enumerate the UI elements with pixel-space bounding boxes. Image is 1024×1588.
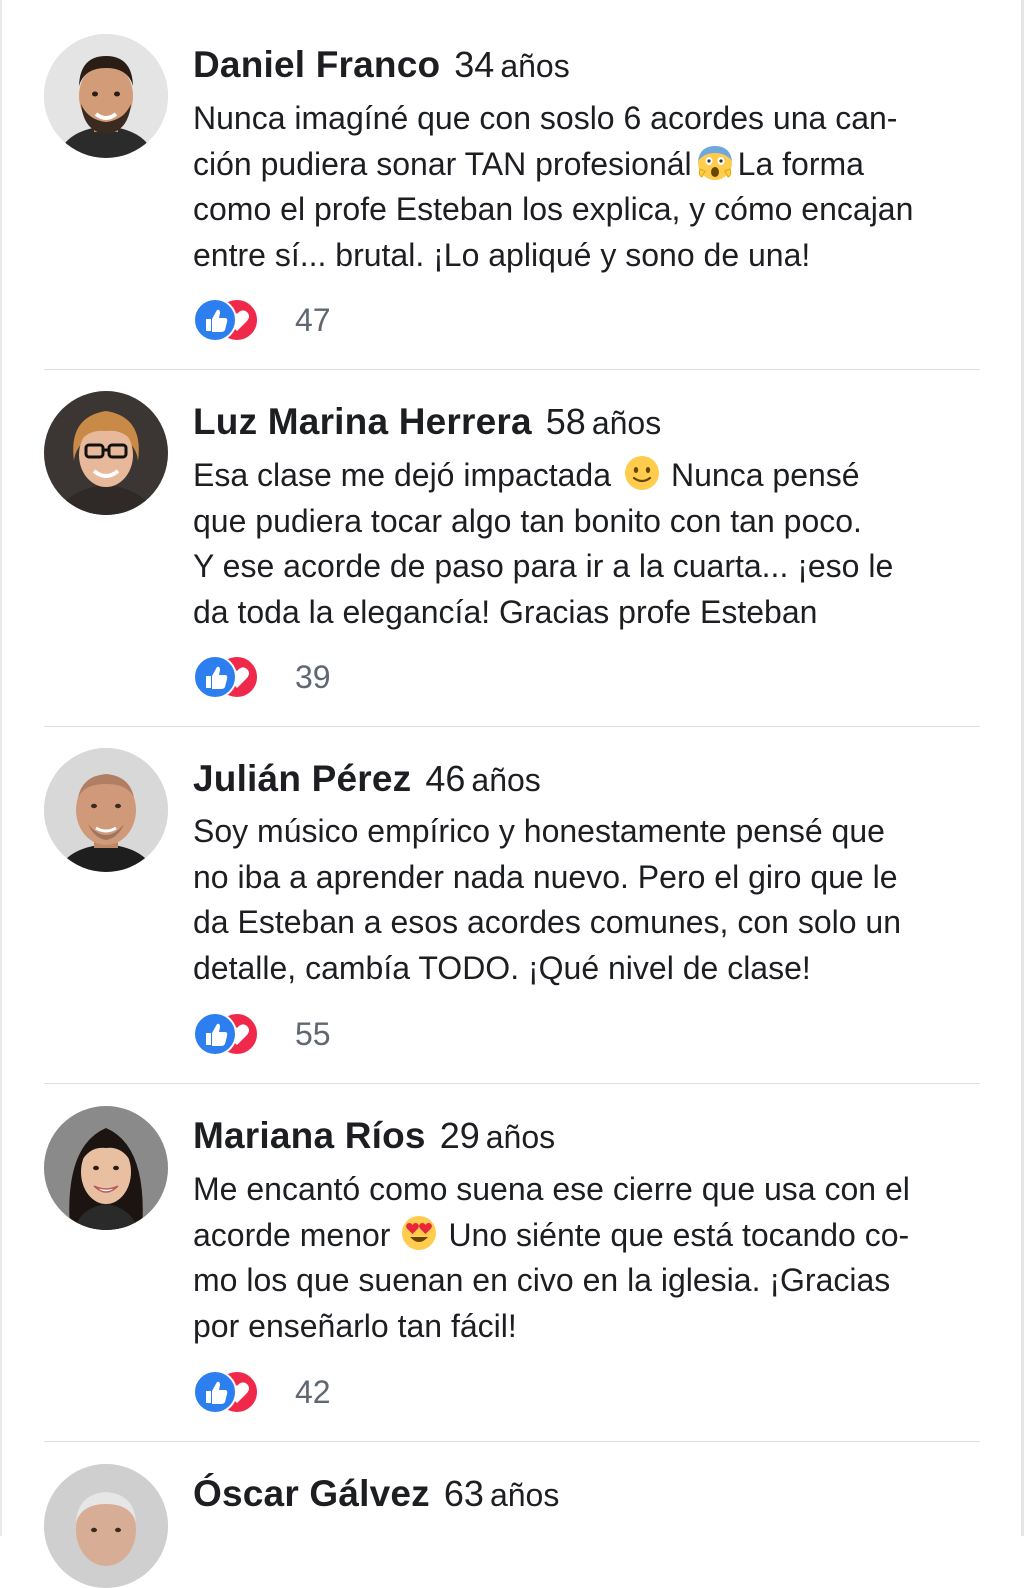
like-reaction-icon [193, 1370, 237, 1414]
avatar[interactable] [44, 391, 168, 515]
reaction-count: 42 [295, 1374, 331, 1410]
comment-text: Me encantó como suena ese cierre que usa… [193, 1167, 983, 1349]
comment-divider [44, 369, 980, 370]
reactions-summary[interactable]: 55 [193, 1012, 393, 1056]
frame-edge [0, 0, 2, 1536]
comment-line: que pudiera tocar algo tan bonito con ta… [193, 502, 862, 539]
comment-line: entre sí... brutal. ¡Lo apliqué y sono d… [193, 236, 811, 273]
commenter-name[interactable]: Luz Marina Herrera [193, 401, 532, 442]
comment-text: Soy músico empírico y honestamente pensé… [193, 809, 983, 991]
heart-eyes-emoji-icon [400, 1214, 438, 1252]
comment-line: Nunca imagíné que con soslo 6 acordes un… [193, 100, 898, 136]
comment-divider [44, 1083, 980, 1084]
like-reaction-icon [193, 1012, 237, 1056]
comment-line: Me encantó como suena ese cierre que usa… [193, 1171, 910, 1207]
reaction-count: 55 [295, 1016, 331, 1052]
comment-line: no iba a aprender nada nuevo. Pero el gi… [193, 858, 898, 895]
avatar[interactable] [44, 1464, 168, 1588]
scream-emoji-icon [696, 143, 734, 181]
reactions-summary[interactable]: 47 [193, 298, 393, 342]
avatar[interactable] [44, 748, 168, 872]
comment-line: por enseñarlo tan fácil! [193, 1307, 517, 1344]
comment-divider [44, 1441, 980, 1442]
like-reaction-icon [193, 298, 237, 342]
comment-line: acorde menor [193, 1216, 391, 1253]
comment-line: da Esteban a esos acordes comunes, con s… [193, 904, 901, 940]
commenter-age: 34 [454, 44, 495, 85]
comment-divider [44, 726, 980, 727]
age-unit-label: años [485, 1119, 556, 1155]
avatar[interactable] [44, 1106, 168, 1230]
comment-text: Esa clase me dejó impactada Nunca pensé q… [193, 453, 983, 635]
comment-line: mo los que suenan en civo en la iglesia.… [193, 1262, 891, 1298]
reactions-summary[interactable]: 39 [193, 655, 393, 699]
comment-line: Soy músico empírico y honestamente pensé… [193, 813, 885, 849]
reaction-count: 39 [295, 659, 331, 695]
comment-line: Nunca pensé [671, 457, 860, 493]
commenter-name[interactable]: Mariana Ríos [193, 1115, 426, 1156]
commenter-name[interactable]: Óscar Gálvez [193, 1473, 430, 1514]
reactions-summary[interactable]: 42 [193, 1370, 393, 1414]
comment-line: como el profe Esteban los explica, y cóm… [193, 191, 914, 227]
commenter-age: 58 [545, 401, 586, 442]
commenter-age: 46 [425, 758, 466, 799]
age-unit-label: años [489, 1477, 560, 1513]
comment-text: Nunca imagíné que con soslo 6 acordes un… [193, 96, 983, 278]
avatar[interactable] [44, 34, 168, 158]
commenter-age: 29 [439, 1115, 480, 1156]
age-unit-label: años [591, 405, 662, 441]
comment-line: Y ese acorde de paso para ir a la cuarta… [193, 548, 894, 584]
age-unit-label: años [500, 48, 570, 84]
comment-line: detalle, cambía TODO. ¡Qué nivel de clas… [193, 949, 811, 986]
comment-line: Uno siénte que está tocando co- [448, 1216, 910, 1253]
commenter-name[interactable]: Daniel Franco [193, 44, 440, 85]
comment-line: La forma [737, 145, 864, 182]
comment-line: ción pudiera sonar TAN profesionál [193, 145, 692, 182]
age-unit-label: años [471, 762, 541, 798]
commenter-age: 63 [443, 1473, 484, 1514]
reaction-count: 47 [295, 302, 331, 338]
commenter-name[interactable]: Julián Pérez [193, 758, 411, 799]
comment-line: Esa clase me dejó impactada [193, 457, 611, 493]
comment-line: da toda la elegancía! Gracias profe Este… [193, 593, 818, 630]
like-reaction-icon [193, 655, 237, 699]
smile-emoji-icon [623, 454, 661, 492]
